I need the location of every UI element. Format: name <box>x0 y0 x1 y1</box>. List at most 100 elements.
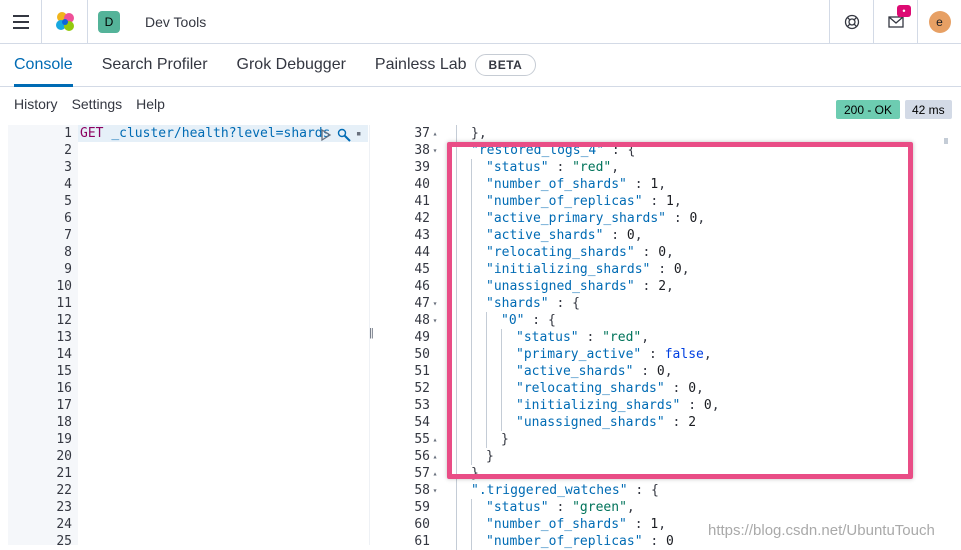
response-line-number: 41 <box>378 193 440 210</box>
line-number: 9 <box>64 262 72 277</box>
line-number: 53 <box>414 398 430 413</box>
json-token-key: "number_of_shards" <box>486 517 627 532</box>
line-number: 2 <box>64 143 72 158</box>
scrollbar-thumb[interactable] <box>944 138 948 144</box>
fold-toggle-icon[interactable]: ▴ <box>430 431 440 448</box>
fold-toggle-icon[interactable]: ▴ <box>430 465 440 482</box>
tab-console[interactable]: Console <box>14 43 73 87</box>
json-token-punc: , <box>626 500 635 515</box>
menu-toggle-button[interactable] <box>0 0 42 44</box>
indent-guide <box>501 414 516 431</box>
line-number: 8 <box>64 245 72 260</box>
indent-guide <box>456 380 471 397</box>
response-line: "initializing_shards" : 0, <box>456 261 720 278</box>
line-number: 16 <box>56 381 72 396</box>
line-number: 52 <box>414 381 430 396</box>
mail-icon <box>887 16 904 28</box>
indent-guide <box>501 329 516 346</box>
tab-grok-debugger[interactable]: Grok Debugger <box>237 43 346 86</box>
help-button[interactable] <box>829 0 873 44</box>
request-method: GET <box>80 126 104 141</box>
request-line-numbers: 1 2 3 4 5 6 7 8 9 10 11 12 13 14 15 16 17 18 19 20 21 22 23 24 2… <box>8 125 78 545</box>
response-line: "status" : "green", <box>456 499 720 516</box>
user-menu-button[interactable]: e <box>917 0 961 44</box>
response-line: "0" : { <box>456 312 720 329</box>
line-number: 57 <box>414 466 430 481</box>
elastic-logo-icon <box>55 11 74 31</box>
indent-guide <box>456 329 471 346</box>
response-line: "active_shards" : 0, <box>456 227 720 244</box>
tab-search-profiler[interactable]: Search Profiler <box>102 43 208 86</box>
indent-guide <box>456 176 471 193</box>
play-icon[interactable] <box>320 128 332 142</box>
fold-toggle-icon[interactable]: ▾ <box>430 482 440 499</box>
response-line: }, <box>456 125 720 142</box>
response-line-number: 55 ▴ <box>378 431 440 448</box>
indent-guide <box>456 278 471 295</box>
json-token-num: 0 <box>666 534 674 549</box>
response-line: "relocating_shards" : 0, <box>456 380 720 397</box>
line-number: 24 <box>56 517 72 532</box>
indent-guide <box>501 397 516 414</box>
line-number: 40 <box>414 177 430 192</box>
response-line: } <box>456 431 720 448</box>
json-token-punc: , <box>634 228 643 243</box>
indent-guide <box>471 193 486 210</box>
indent-guide <box>456 431 471 448</box>
response-line-number: 56 ▴ <box>378 448 440 465</box>
indent-guide <box>471 346 486 363</box>
json-token-key: "number_of_shards" <box>486 177 627 192</box>
fold-toggle-icon[interactable]: ▴ <box>430 448 440 465</box>
json-token-str: "red" <box>602 330 642 345</box>
indent-guide <box>471 176 486 193</box>
fold-toggle-icon[interactable]: ▾ <box>430 142 440 159</box>
response-line-number: 45 <box>378 261 440 278</box>
line-number: 25 <box>56 534 72 545</box>
wrench-icon[interactable] <box>336 127 354 143</box>
fold-toggle-icon[interactable]: ▴ <box>430 125 440 142</box>
line-number: 4 <box>64 177 72 192</box>
response-line: "unassigned_shards" : 2 <box>456 414 720 431</box>
response-line-numbers: 37 ▴ 38 ▾ 39 40 41 42 43 44 45 46 47 ▾ 48 ▾ 49 50 51 52 53 54… <box>378 125 440 550</box>
space-selector-badge[interactable]: D <box>98 10 120 33</box>
beta-badge: BETA <box>474 53 537 76</box>
console-menu: History Settings Help <box>14 96 179 112</box>
request-editor[interactable]: 1 2 3 4 5 6 7 8 9 10 11 12 13 14 15 16 17 18 19 20 21 22 23 24 2… <box>8 125 368 545</box>
fold-toggle-icon[interactable]: ▾ <box>430 295 440 312</box>
response-line-number: 59 <box>378 499 440 516</box>
indent-guide <box>486 329 501 346</box>
tab-painless-lab[interactable]: Painless Lab BETA <box>375 43 537 86</box>
response-line-number: 44 <box>378 244 440 261</box>
indent-guide <box>486 312 501 329</box>
news-feed-button[interactable]: • <box>873 0 917 44</box>
fold-toggle-icon[interactable]: ▾ <box>430 312 440 329</box>
json-token-punc: : <box>603 228 627 243</box>
help-link[interactable]: Help <box>136 96 165 112</box>
indent-guide <box>471 261 486 278</box>
indent-guide <box>471 312 486 329</box>
request-url: _cluster/health?level=shards <box>111 126 331 141</box>
indent-guide <box>456 142 471 159</box>
json-token-punc: , <box>696 381 704 396</box>
line-number: 6 <box>64 211 72 226</box>
json-token-punc: , <box>666 245 674 260</box>
history-link[interactable]: History <box>14 96 58 112</box>
response-line: "active_primary_shards" : 0, <box>456 210 720 227</box>
indent-guide <box>501 346 516 363</box>
app-title: Dev Tools <box>145 13 207 30</box>
json-token-punc: : { <box>627 483 659 498</box>
indent-guide <box>471 244 486 261</box>
elastic-logo[interactable] <box>42 0 88 44</box>
line-number: 5 <box>64 194 72 209</box>
drag-handle-icon[interactable]: || <box>369 327 374 339</box>
settings-link[interactable]: Settings <box>72 96 123 112</box>
indent-guide <box>471 414 486 431</box>
json-token-punc: }, <box>471 126 487 141</box>
json-token-punc: , <box>681 262 690 277</box>
json-token-key: "status" <box>486 500 549 515</box>
request-text[interactable]: GET _cluster/health?level=shards <box>80 125 330 142</box>
response-line-number: 40 <box>378 176 440 193</box>
indent-guide <box>471 159 486 176</box>
response-line: "active_shards" : 0, <box>456 363 720 380</box>
line-number: 17 <box>56 398 72 413</box>
